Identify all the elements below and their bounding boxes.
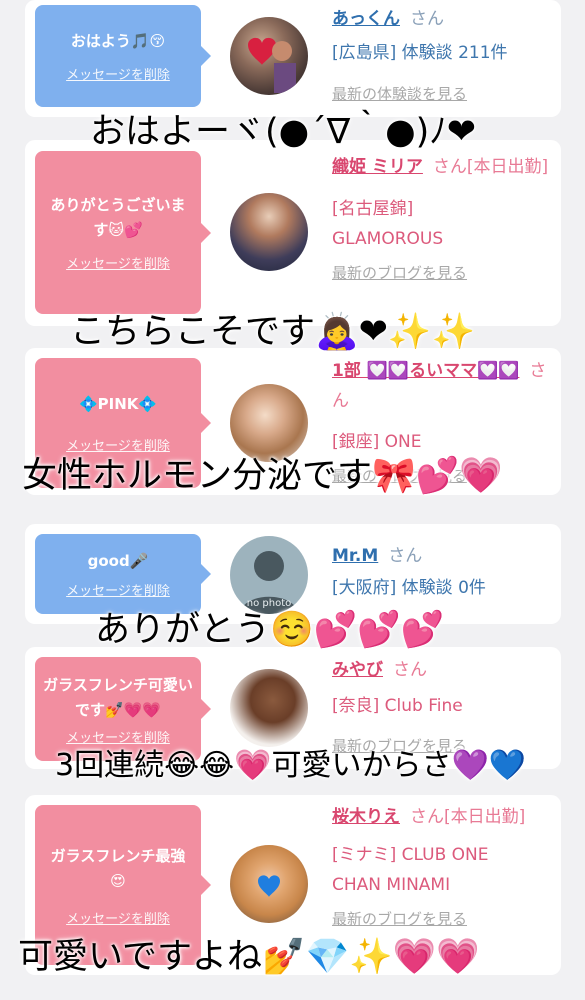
avatar[interactable] xyxy=(230,193,308,271)
latest-link[interactable]: 最新のブログを見る xyxy=(332,262,557,283)
message-text: ガラスフレンチ最強😍 xyxy=(50,846,186,890)
honorific: さん[本日出勤] xyxy=(432,157,549,177)
message-text: おはよう🎵😚 xyxy=(70,32,166,50)
user-info: 織姫 ミリア さん[本日出勤] [名古屋錦] GLAMOROUS 最新のブログを見… xyxy=(332,152,557,283)
overlay-caption: ありがとう☺️💕💕💕 xyxy=(95,610,445,650)
overlay-caption: こちらこそです🙇‍♀️❤✨✨ xyxy=(70,312,476,352)
user-name-link[interactable]: 織姫 ミリア xyxy=(332,157,423,177)
delete-message-link[interactable]: メッセージを削除 xyxy=(66,64,170,83)
user-name-link[interactable]: 1部 💟💟るいママ💟💟 xyxy=(332,361,519,381)
message-bubble: おはよう🎵😚 メッセージを削除 xyxy=(35,5,211,107)
user-name-link[interactable]: 桜木りえ xyxy=(332,807,400,827)
avatar[interactable] xyxy=(230,17,308,95)
delete-message-link[interactable]: メッセージを削除 xyxy=(66,253,170,272)
message-text: good🎤 xyxy=(87,552,149,570)
message-card: ありがとうございます🐱💕 メッセージを削除 織姫 ミリア さん[本日出勤] [名古… xyxy=(25,140,561,326)
honorific: さん xyxy=(410,9,444,29)
user-name-link[interactable]: あっくん xyxy=(332,9,400,29)
overlay-caption: 3回連続😂😂💗可愛いからさ💜💙 xyxy=(55,748,527,783)
latest-link[interactable]: 最新のブログを見る xyxy=(332,908,557,929)
overlay-caption: 可愛いですよね💅💎✨💗💗 xyxy=(18,937,480,977)
user-info: あっくん さん [広島県] 体験談 211件 最新の体験談を見る xyxy=(332,4,557,104)
honorific: さん[本日出勤] xyxy=(410,807,526,827)
overlay-caption: おはよーヾ(●´∇｀●)ﾉ❤ xyxy=(90,112,477,152)
delete-message-link[interactable]: メッセージを削除 xyxy=(66,908,170,927)
avatar[interactable] xyxy=(230,669,308,747)
user-detail: [広島県] 体験談 211件 xyxy=(332,43,508,63)
latest-link[interactable]: 最新の体験談を見る xyxy=(332,83,557,104)
honorific: さん xyxy=(388,546,423,566)
user-info: Mr.M さん [大阪府] 体験談 0件 xyxy=(332,541,557,603)
user-detail: [ミナミ] CLUB ONE CHAN MINAMI xyxy=(332,845,489,895)
message-text: 💠PINK💠 xyxy=(78,395,158,413)
message-text: ガラスフレンチ可愛いです💅💗💗 xyxy=(43,675,193,719)
overlay-caption: 女性ホルモン分泌です🎀💕💗 xyxy=(22,456,503,496)
delete-message-link[interactable]: メッセージを削除 xyxy=(66,580,170,599)
message-text: ありがとうございます🐱💕 xyxy=(50,196,186,239)
user-info: 桜木りえ さん[本日出勤] [ミナミ] CLUB ONE CHAN MINAMI … xyxy=(332,802,557,929)
avatar[interactable] xyxy=(230,845,308,923)
honorific: さん xyxy=(393,660,427,680)
user-detail: [名古屋錦] GLAMOROUS xyxy=(332,199,444,249)
user-name-link[interactable]: Mr.M xyxy=(332,546,378,566)
user-detail: [奈良] Club Fine xyxy=(332,696,463,716)
user-name-link[interactable]: みやび xyxy=(332,660,383,680)
avatar-photo xyxy=(248,37,296,93)
message-bubble: ありがとうございます🐱💕 メッセージを削除 xyxy=(35,151,211,314)
message-card: おはよう🎵😚 メッセージを削除 あっくん さん [広島県] 体験談 211件 最新… xyxy=(25,0,561,117)
user-detail: [大阪府] 体験談 0件 xyxy=(332,578,486,598)
avatar-photo xyxy=(258,875,280,897)
